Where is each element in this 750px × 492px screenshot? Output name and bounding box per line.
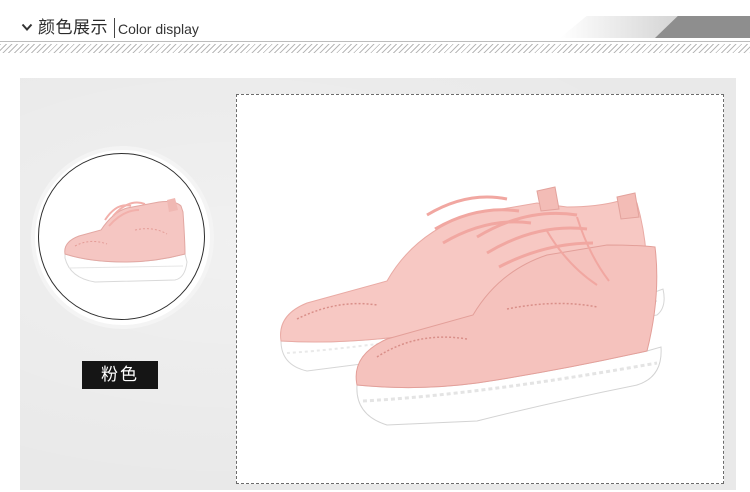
- section-title-cn: 颜色展示: [38, 18, 108, 38]
- shoe-pair-image: [280, 186, 665, 426]
- section-header: 颜色展示 Color display: [0, 0, 750, 60]
- color-display-panel: 粉色: [20, 78, 736, 490]
- color-name-label: 粉色: [82, 361, 158, 389]
- title-separator: [114, 18, 115, 38]
- product-image-frame: [236, 94, 724, 484]
- header-hatch-rule: [0, 44, 750, 53]
- header-band: [0, 16, 750, 42]
- color-swatch-thumbnail[interactable]: [35, 150, 210, 325]
- header-rule: [0, 41, 750, 42]
- shoe-thumbnail-image: [64, 198, 188, 283]
- section-title-en: Color display: [118, 21, 199, 37]
- chevron-down-icon: [21, 23, 33, 31]
